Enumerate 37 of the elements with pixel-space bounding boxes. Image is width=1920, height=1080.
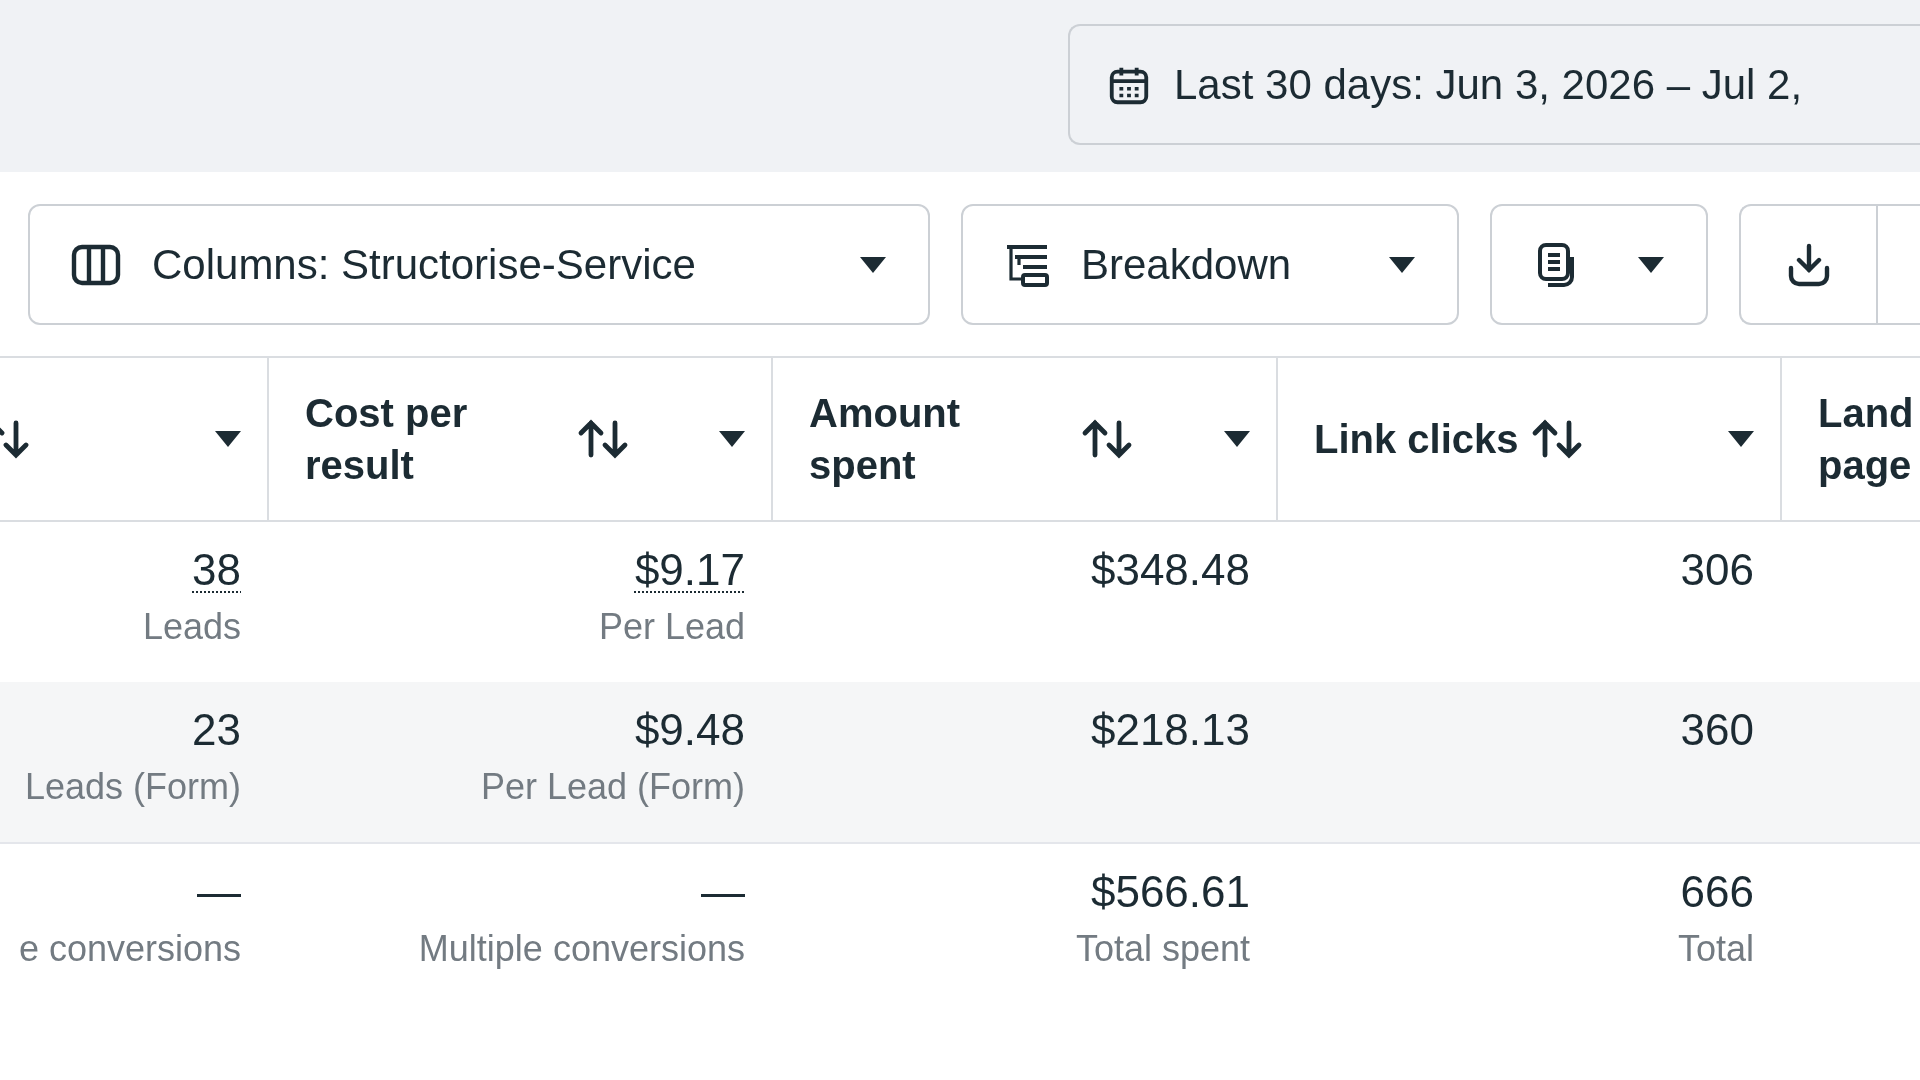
sort-icon[interactable] [1530, 419, 1583, 459]
cell-value: 360 [1680, 704, 1754, 756]
caret-icon[interactable] [213, 431, 243, 447]
sort-icon[interactable] [577, 419, 629, 459]
cell-value: 23 [192, 704, 241, 756]
caret-icon[interactable] [1387, 256, 1417, 273]
cell-value: — [701, 866, 745, 918]
cell-caption: Multiple conversions [418, 926, 745, 970]
breakdown-button[interactable]: Breakdown [961, 204, 1459, 325]
cell-caption: Leads (Form) [24, 764, 241, 808]
caret-icon[interactable] [1636, 256, 1666, 273]
cell-caption: Leads [142, 604, 241, 648]
columns-icon [70, 242, 122, 287]
caret-icon[interactable] [1222, 431, 1252, 447]
cell-value: 38 [192, 544, 241, 596]
cell-caption: e conversions [18, 926, 241, 970]
cell-value: $9.17 [634, 544, 745, 596]
cell-value: — [197, 866, 241, 918]
caret-icon[interactable] [858, 256, 888, 273]
cell-caption: Per Lead (Form) [480, 764, 745, 808]
cell-value: $9.48 [634, 704, 745, 756]
caret-icon[interactable] [717, 431, 747, 447]
export-button[interactable] [1739, 204, 1876, 325]
cell-value: 306 [1680, 544, 1754, 596]
cell-caption: Total [1677, 926, 1754, 970]
columns-button[interactable]: Columns: Structorise-Service [28, 204, 930, 325]
cell-caption: Per Lead [598, 604, 745, 648]
cell-caption: Total spent [1075, 926, 1250, 970]
column-header[interactable]: Link clicks [1314, 413, 1519, 465]
cell-value: $218.13 [1090, 704, 1250, 756]
caret-icon[interactable] [1726, 431, 1756, 447]
date-range-button[interactable]: Last 30 days: Jun 3, 2026 – Jul 2, [1068, 24, 1920, 145]
cell-value: 666 [1680, 866, 1754, 918]
cell-value: $348.48 [1090, 544, 1250, 596]
sort-icon[interactable] [1081, 419, 1133, 459]
cell-value: $566.61 [1090, 866, 1250, 918]
reports-button[interactable] [1490, 204, 1708, 325]
